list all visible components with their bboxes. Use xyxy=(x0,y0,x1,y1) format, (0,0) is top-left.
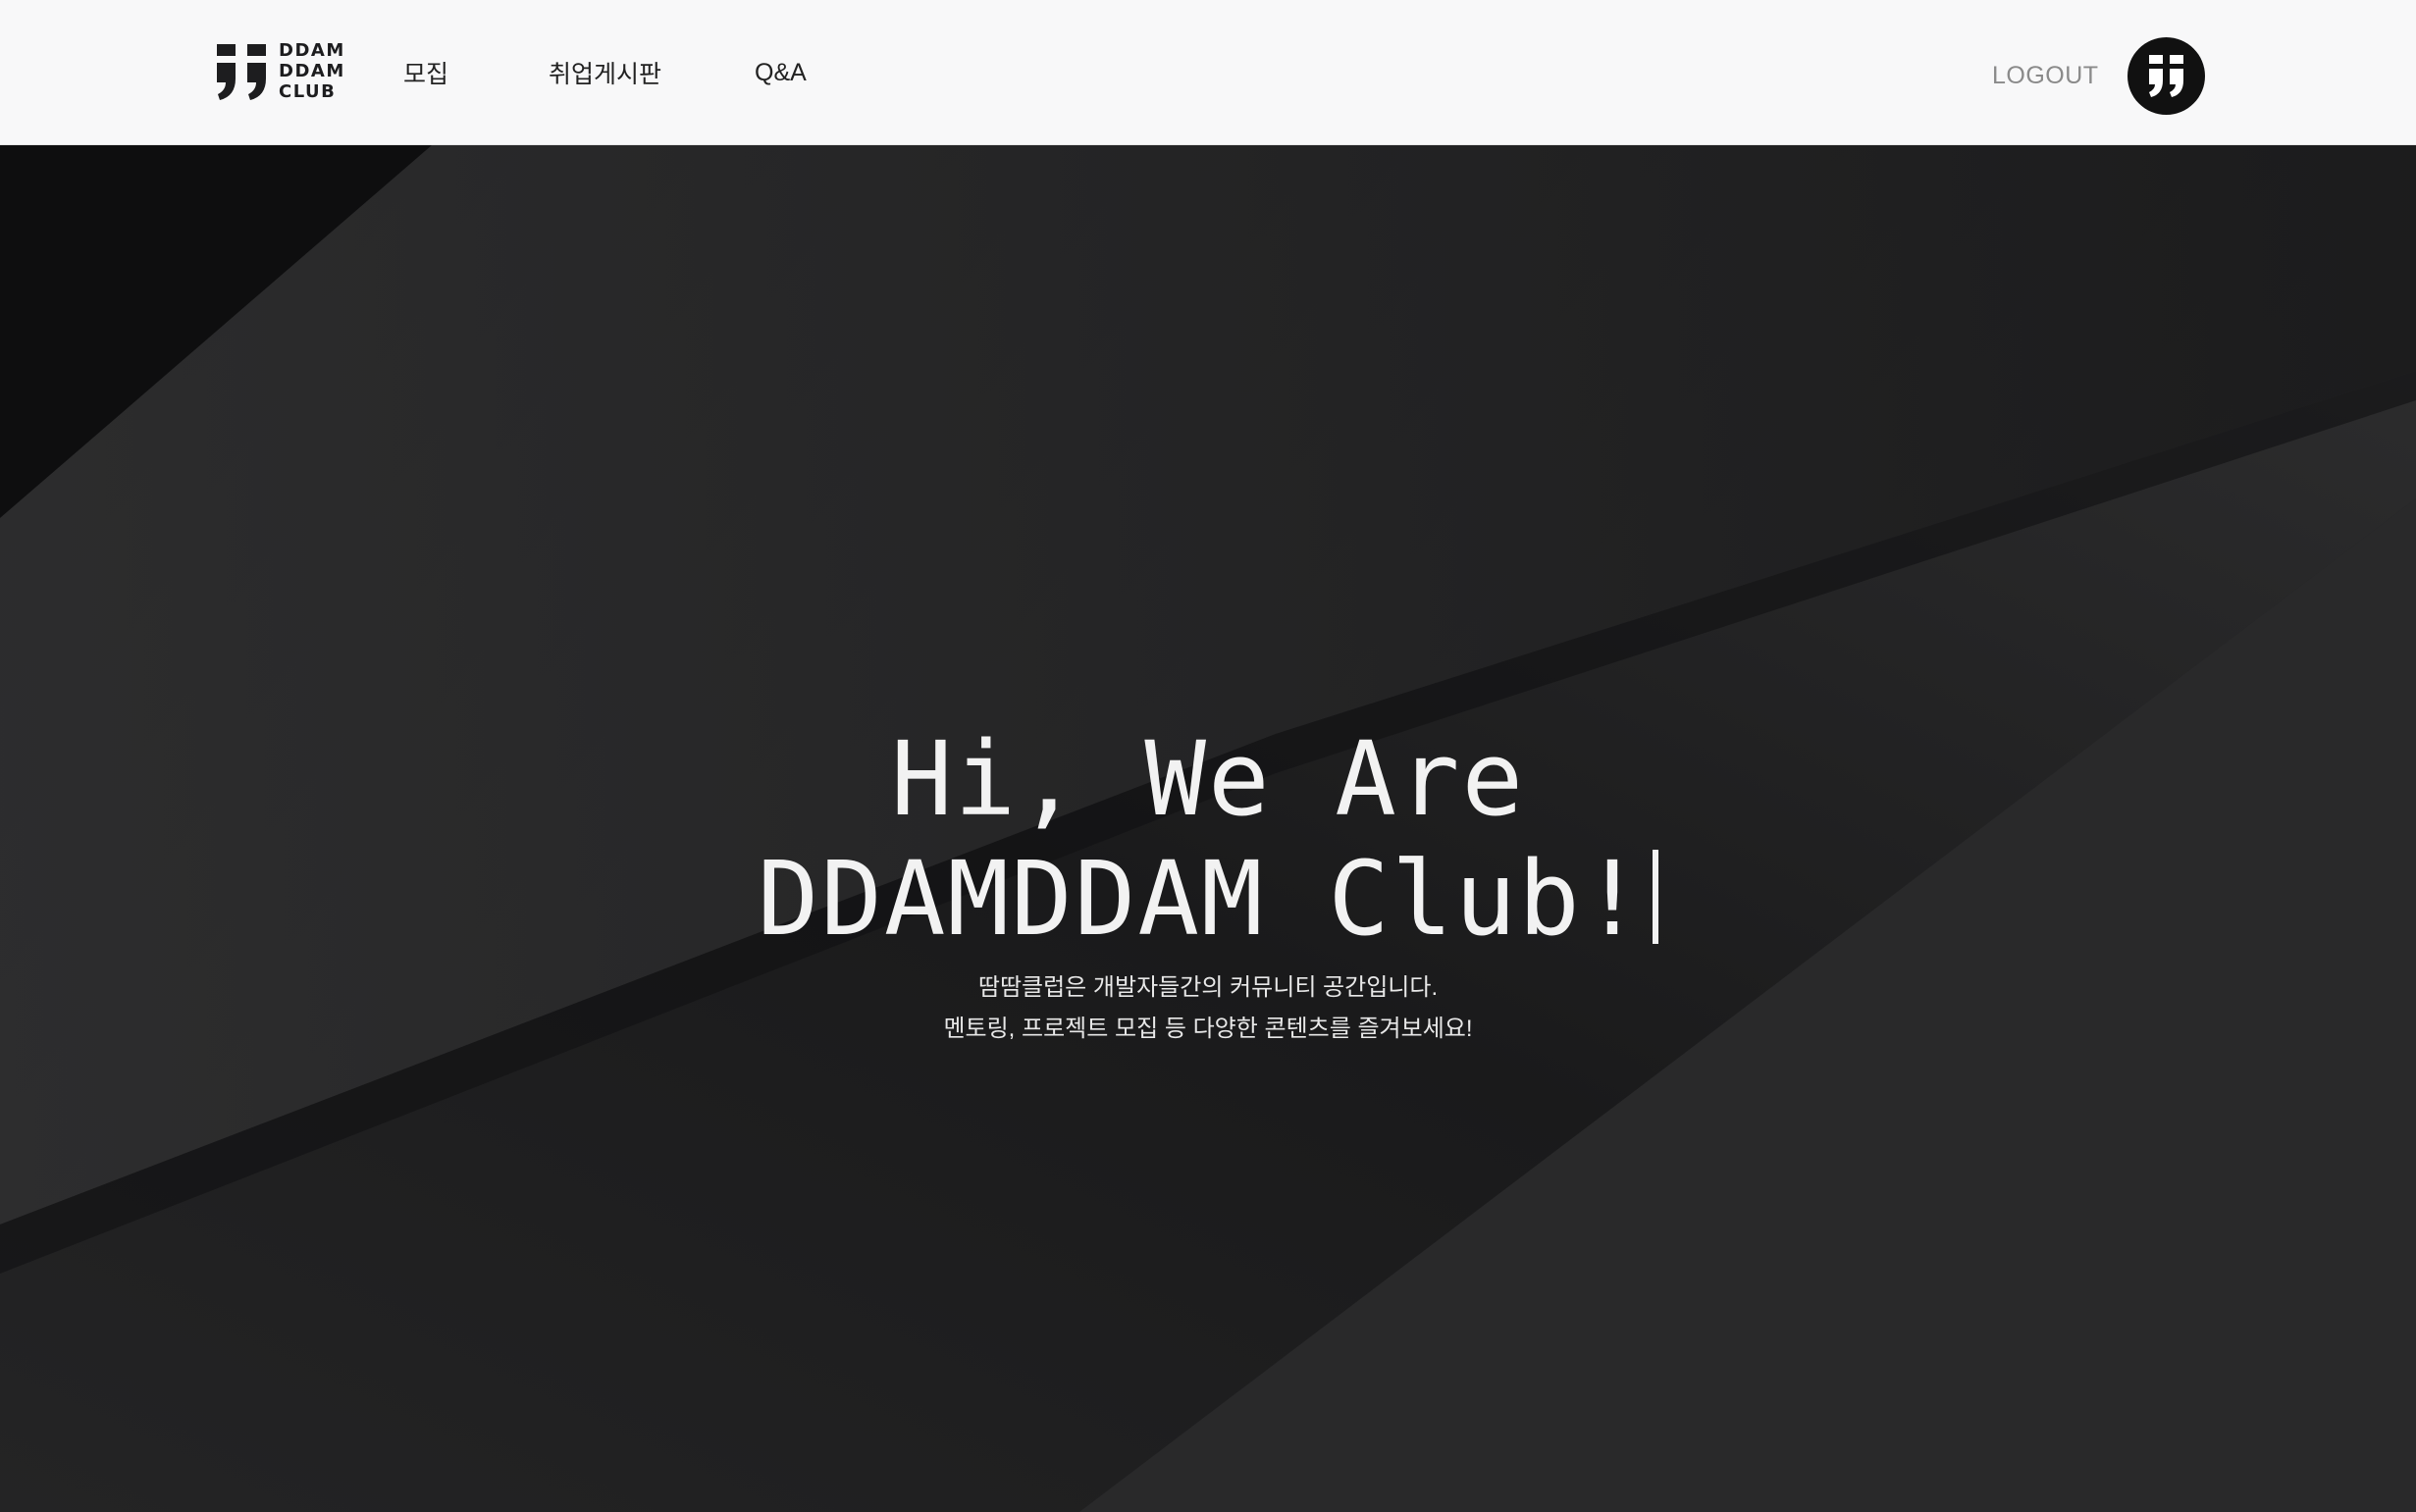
top-header: DDAM DDAM CLUB 모집 취업게시판 Q&A LOGOUT xyxy=(0,0,2416,145)
logo-text-line3: CLUB xyxy=(279,80,337,102)
logo-wordmark: DDAM DDAM CLUB xyxy=(279,40,345,102)
hero-subtitle: 땀땀클럽은 개발자들간의 커뮤니티 공간입니다. 멘토링, 프로젝트 모집 등 … xyxy=(0,967,2416,1050)
ddamddam-club-logo[interactable]: DDAM DDAM CLUB xyxy=(214,37,345,104)
hero-title-line2-wrap: DDAMDDAM Club! xyxy=(0,839,2416,959)
logo-text-line1: DDAM xyxy=(279,39,345,61)
logo-text-line2: DDAM xyxy=(279,60,345,81)
nav-qna[interactable]: Q&A xyxy=(755,0,807,145)
hero-section: Hi, We Are DDAMDDAM Club! 땀땀클럽은 개발자들간의 커… xyxy=(0,145,2416,1512)
hero-subtitle-line2: 멘토링, 프로젝트 모집 등 다양한 콘텐츠를 즐겨보세요! xyxy=(943,1016,1473,1042)
ddamddam-logo-icon xyxy=(217,44,266,100)
typing-cursor xyxy=(1653,850,1659,944)
nav-job-board[interactable]: 취업게시판 xyxy=(549,0,661,145)
hero-title-line1: Hi, We Are xyxy=(890,719,1526,839)
profile-avatar[interactable] xyxy=(2127,37,2205,115)
ddamddam-logo-icon xyxy=(2149,55,2183,97)
hero-title-line2: DDAMDDAM Club! xyxy=(757,839,1646,959)
nav-recruit[interactable]: 모집 xyxy=(403,0,448,145)
hero-subtitle-line1: 땀땀클럽은 개발자들간의 커뮤니티 공간입니다. xyxy=(977,974,1439,1001)
logout-button[interactable]: LOGOUT xyxy=(1992,0,2099,151)
hero-title: Hi, We Are DDAMDDAM Club! xyxy=(0,719,2416,959)
